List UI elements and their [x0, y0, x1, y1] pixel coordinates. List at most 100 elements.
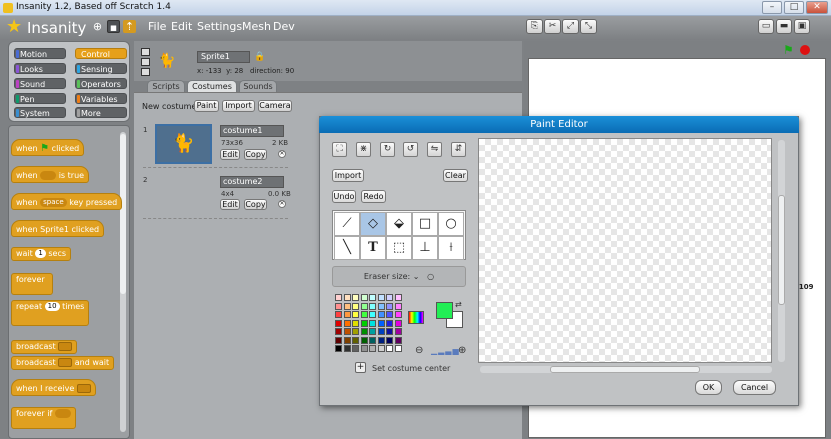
paint-canvas[interactable]: [478, 138, 772, 363]
delete-tool-icon[interactable]: ✂: [544, 19, 561, 34]
clear-button[interactable]: Clear: [443, 169, 468, 182]
flip-vertical-icon[interactable]: ⇵: [451, 142, 466, 157]
palette-color-swatch[interactable]: [377, 302, 385, 310]
menu-edit[interactable]: Edit: [171, 20, 192, 33]
color-picker-icon[interactable]: [408, 311, 424, 324]
green-flag-icon[interactable]: ⚑: [783, 43, 794, 57]
duplicate-tool-icon[interactable]: ⎘: [526, 19, 543, 34]
minimize-button[interactable]: –: [762, 1, 782, 14]
palette-color-swatch[interactable]: [377, 311, 385, 318]
small-stage-icon[interactable]: ▭: [758, 19, 774, 34]
brush-tool-icon[interactable]: ⟋: [334, 212, 360, 236]
palette-color-swatch[interactable]: [335, 328, 342, 335]
foreground-color-swatch[interactable]: [436, 302, 453, 319]
palette-color-swatch[interactable]: [369, 302, 376, 310]
copy-costume-button[interactable]: Copy: [244, 199, 267, 210]
zoom-out-icon[interactable]: ⊖: [415, 345, 423, 356]
normal-stage-icon[interactable]: ▬: [776, 19, 792, 34]
palette-color-swatch[interactable]: [394, 345, 402, 352]
palette-color-swatch[interactable]: [394, 311, 402, 318]
palette-color-swatch[interactable]: [377, 345, 385, 352]
swap-colors-icon[interactable]: ⇄: [455, 300, 462, 309]
when-sprite-clicked-block[interactable]: when Sprite1 clicked: [11, 220, 105, 237]
presentation-mode-icon[interactable]: ▣: [794, 19, 810, 34]
category-sound[interactable]: Sound: [14, 78, 66, 89]
line-tool-icon[interactable]: ╲: [334, 236, 360, 260]
palette-color-swatch[interactable]: [352, 328, 359, 335]
palette-color-swatch[interactable]: [369, 336, 376, 344]
menu-dev[interactable]: Dev: [273, 20, 295, 33]
no-rotate-icon[interactable]: [141, 68, 150, 76]
palette-color-swatch[interactable]: [360, 294, 368, 301]
palette-color-swatch[interactable]: [352, 345, 359, 352]
when-key-pressed-block[interactable]: when space key pressed: [11, 193, 123, 210]
palette-color-swatch[interactable]: [360, 336, 368, 344]
palette-color-swatch[interactable]: [360, 328, 368, 335]
repeat-value[interactable]: 10: [44, 302, 60, 311]
import-button[interactable]: Import: [222, 100, 255, 112]
tab-scripts[interactable]: Scripts: [147, 80, 185, 92]
ellipse-tool-icon[interactable]: ○: [438, 212, 464, 236]
category-motion[interactable]: Motion: [14, 48, 66, 59]
stop-icon[interactable]: [800, 45, 810, 55]
globe-icon[interactable]: ⊕: [91, 20, 104, 33]
palette-color-swatch[interactable]: [386, 345, 393, 352]
menu-settings[interactable]: Settings: [197, 20, 242, 33]
edit-costume-button[interactable]: Edit: [220, 149, 240, 160]
undo-button[interactable]: Undo: [332, 190, 356, 203]
crosshair-icon[interactable]: +: [355, 362, 366, 373]
category-sensing[interactable]: Sensing: [75, 63, 127, 74]
palette-color-swatch[interactable]: [377, 294, 385, 301]
palette-color-swatch[interactable]: [394, 336, 402, 344]
palette-color-swatch[interactable]: [394, 294, 402, 301]
redo-button[interactable]: Redo: [361, 190, 386, 203]
cancel-button[interactable]: Cancel: [733, 380, 776, 395]
rotate-ccw-icon[interactable]: ↺: [403, 142, 418, 157]
key-dropdown[interactable]: space: [40, 198, 67, 207]
category-looks[interactable]: Looks: [14, 63, 66, 74]
palette-color-swatch[interactable]: [394, 319, 402, 327]
menu-file[interactable]: File: [148, 20, 166, 33]
lock-icon[interactable]: 🔒: [254, 52, 265, 62]
palette-color-swatch[interactable]: [352, 336, 359, 344]
eyedropper-tool-icon[interactable]: ⟊: [438, 236, 464, 260]
rotate-cw-icon[interactable]: ↻: [380, 142, 395, 157]
palette-color-swatch[interactable]: [335, 294, 342, 301]
palette-color-swatch[interactable]: [343, 328, 351, 335]
palette-color-swatch[interactable]: [369, 311, 376, 318]
palette-color-swatch[interactable]: [386, 336, 393, 344]
palette-color-swatch[interactable]: [394, 328, 402, 335]
palette-color-swatch[interactable]: [377, 328, 385, 335]
palette-color-swatch[interactable]: [343, 311, 351, 318]
palette-color-swatch[interactable]: [343, 319, 351, 327]
palette-color-swatch[interactable]: [360, 302, 368, 310]
category-variables[interactable]: Variables: [75, 93, 127, 104]
shrink-tool-icon[interactable]: ⤡: [580, 19, 597, 34]
palette-color-swatch[interactable]: [343, 345, 351, 352]
palette-color-swatch[interactable]: [352, 302, 359, 310]
select-tool-icon[interactable]: ⬚: [386, 236, 412, 260]
eraser-tool-icon[interactable]: ◇: [360, 212, 386, 236]
edit-costume-button[interactable]: Edit: [220, 199, 240, 210]
rotate-mode-icon[interactable]: [141, 48, 150, 56]
camera-button[interactable]: Camera: [258, 100, 292, 112]
paint-import-button[interactable]: Import: [332, 169, 364, 182]
forever-if-block[interactable]: forever if: [11, 407, 76, 429]
palette-color-swatch[interactable]: [377, 319, 385, 327]
ok-button[interactable]: OK: [695, 380, 722, 395]
when-i-receive-block[interactable]: when I receive: [11, 379, 96, 396]
zoom-in-icon[interactable]: ⊕: [458, 345, 466, 356]
grow-tool-icon[interactable]: ⤢: [562, 19, 579, 34]
palette-color-swatch[interactable]: [360, 319, 368, 327]
stamp-tool-icon[interactable]: ⊥: [412, 236, 438, 260]
wait-value[interactable]: 1: [35, 249, 46, 258]
palette-color-swatch[interactable]: [335, 336, 342, 344]
category-operators[interactable]: Operators: [75, 78, 127, 89]
set-costume-center-label[interactable]: Set costume center: [372, 364, 450, 373]
palette-color-swatch[interactable]: [394, 302, 402, 310]
palette-color-swatch[interactable]: [369, 319, 376, 327]
palette-color-swatch[interactable]: [335, 319, 342, 327]
palette-color-swatch[interactable]: [352, 319, 359, 327]
text-tool-icon[interactable]: T: [360, 236, 386, 260]
palette-color-swatch[interactable]: [369, 294, 376, 301]
